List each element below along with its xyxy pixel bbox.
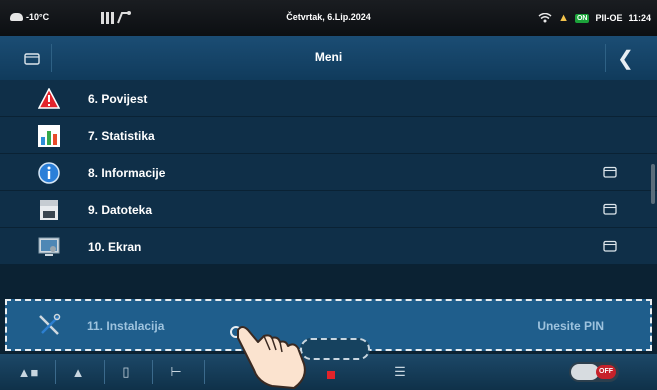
menu-list: 6. Povijest 7. Statistika 8. Informacije… [0,80,657,296]
flame-icon: ▲ [71,364,85,380]
tank-button[interactable]: ▯ [108,360,144,384]
page-title: Meni [314,50,343,64]
divider [55,360,56,384]
screen-icon [38,237,60,256]
folder-icon[interactable] [603,203,617,215]
wifi-icon [538,13,552,23]
heating-button[interactable]: ▲ [60,360,96,384]
hand-pointer-icon [230,326,306,389]
menu-header: Meni ❮ [0,36,657,80]
menu-item-statistika[interactable]: 7. Statistika [0,117,657,154]
enter-pin-label[interactable]: Unesite PIN [537,319,604,333]
folder-icon[interactable] [603,240,617,252]
clock: 11:24 [628,13,651,23]
tank-icon: ▯ [122,364,130,379]
flame-icon: ▲ [558,12,569,24]
menu-item-label: 6. Povijest [88,92,148,106]
status-bar: -10°C Četvrtak, 6.Lip.2024 ▲ ON PII-OE 1… [0,0,657,36]
menu-item-label: 11. Instalacija [87,319,165,333]
scrollbar[interactable] [651,164,655,204]
bar-chart-icon [38,125,60,147]
info-icon [38,162,60,184]
menu-item-datoteka[interactable]: 9. Datoteka [0,191,657,228]
menu-item-povijest[interactable]: 6. Povijest [0,80,657,117]
system-mode-button[interactable]: ▲■ [8,360,48,384]
menu-item-label: 7. Statistika [88,129,155,143]
divider [104,360,105,384]
chevron-left-icon: ❮ [617,47,634,70]
toggle-knob [571,364,599,380]
divider [152,360,153,384]
menu-item-label: 10. Ekran [88,240,142,254]
menu-item-ekran[interactable]: 10. Ekran [0,228,657,265]
file-icon [40,200,58,220]
menu-item-informacije[interactable]: 8. Informacije [0,154,657,191]
hamburger-icon: ☰ [394,364,406,379]
on-badge: ON [574,13,590,23]
power-toggle[interactable]: OFF [569,362,619,382]
folder-icon[interactable] [603,166,617,178]
toggle-off-label: OFF [596,365,616,379]
menu-button[interactable]: ☰ [380,360,420,384]
tap-icon: ⊢ [170,364,182,379]
warning-icon [38,88,60,109]
back-button[interactable]: ❮ [605,44,645,72]
mode-icon: ▲■ [17,364,39,380]
tools-icon [39,313,61,335]
menu-item-label: 9. Datoteka [88,203,153,217]
mode-label: PII-OE [595,13,623,23]
divider [204,360,205,384]
tap-button[interactable]: ⊢ [156,360,196,384]
stop-indicator [327,371,335,379]
menu-item-label: 8. Informacije [88,166,166,180]
